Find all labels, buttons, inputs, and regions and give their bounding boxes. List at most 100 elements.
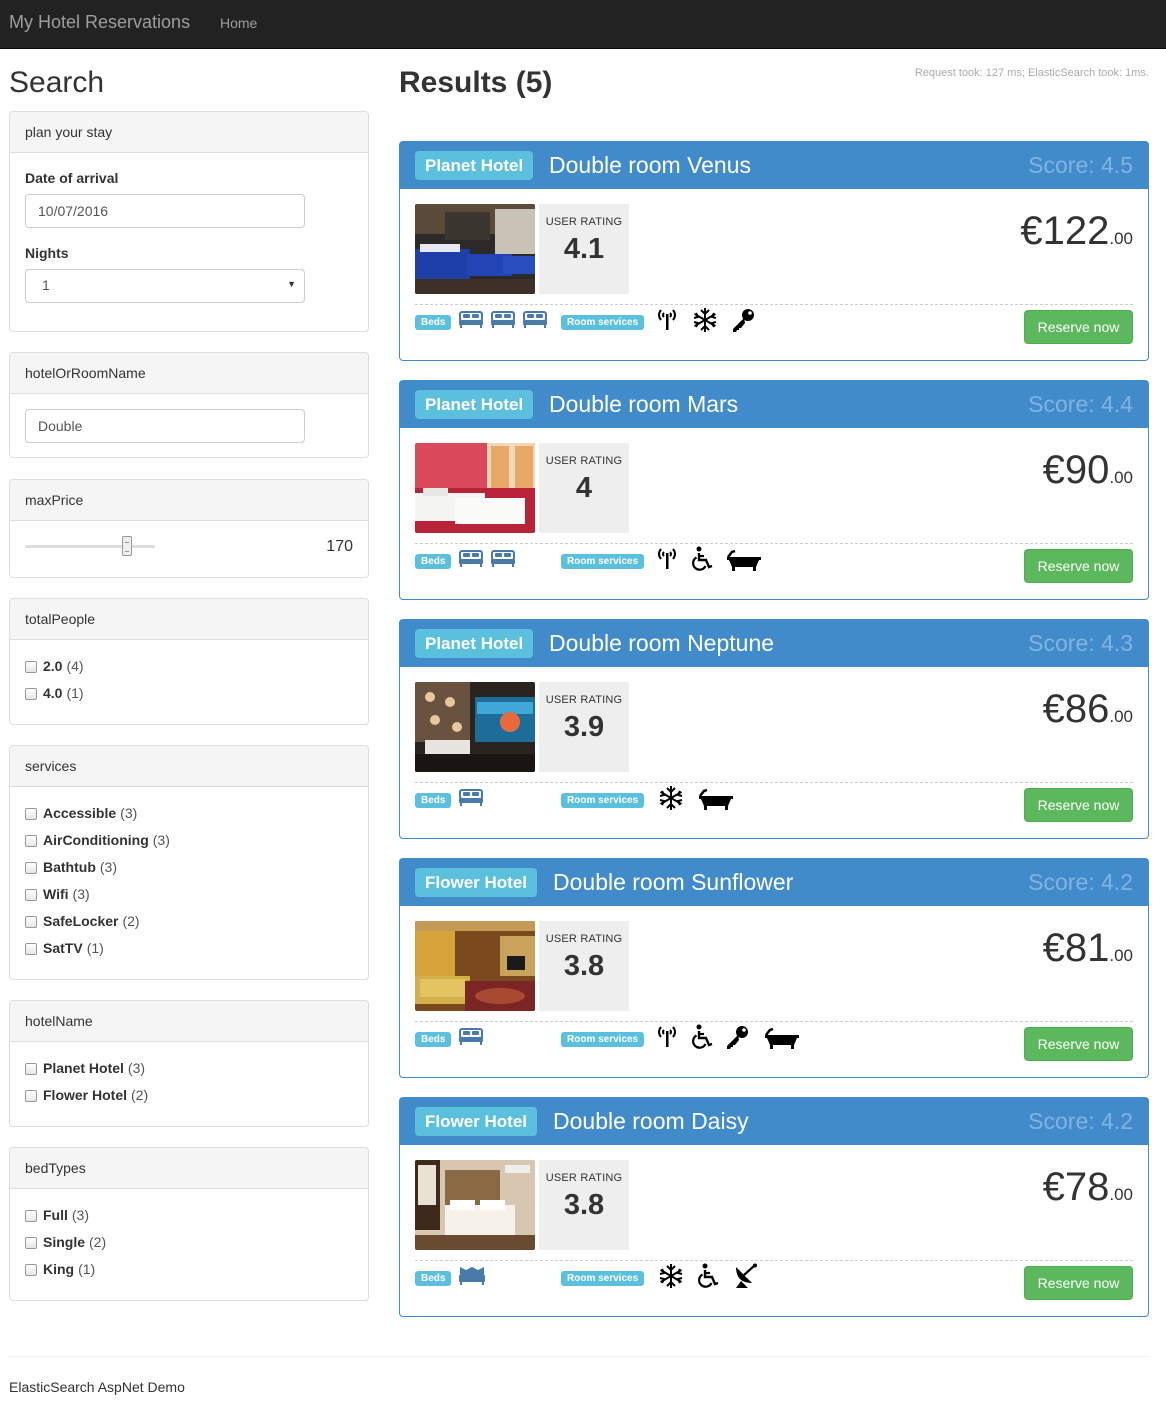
checkbox[interactable]: [25, 808, 37, 820]
checkbox[interactable]: [25, 1210, 37, 1222]
navbar: My Hotel Reservations Home: [0, 0, 1166, 49]
option-count: (2): [89, 1234, 107, 1250]
checkbox[interactable]: [25, 835, 37, 847]
room-title[interactable]: Double room Venus: [549, 152, 751, 179]
wifi-icon: [656, 307, 678, 334]
checkbox[interactable]: [25, 661, 37, 673]
card-divider: [415, 1021, 1133, 1022]
total-people-options: 2.0 (4) 4.0 (1): [10, 640, 368, 727]
room-photo[interactable]: [415, 921, 535, 1011]
max-price-slider[interactable]: [25, 536, 155, 556]
user-rating-box: USER RATING 4: [539, 443, 629, 533]
checkbox[interactable]: [25, 916, 37, 928]
reserve-now-button[interactable]: Reserve now: [1024, 1027, 1133, 1061]
bed-type-option[interactable]: Full (3): [25, 1207, 353, 1234]
room-title[interactable]: Double room Daisy: [553, 1108, 749, 1135]
room-photo[interactable]: [415, 1160, 535, 1250]
nights-select[interactable]: 1 ▼: [25, 269, 305, 303]
checkbox[interactable]: [25, 943, 37, 955]
hotel-name-option[interactable]: Flower Hotel (2): [25, 1087, 353, 1114]
user-rating-box: USER RATING 4.1: [539, 204, 629, 294]
service-option[interactable]: Wifi (3): [25, 886, 353, 913]
room-title[interactable]: Double room Mars: [549, 391, 738, 418]
checkbox[interactable]: [25, 688, 37, 700]
score: Score: 4.4: [1028, 391, 1133, 417]
option-count: (3): [127, 1060, 146, 1076]
reserve-now-button[interactable]: Reserve now: [1024, 310, 1133, 344]
hotel-label: Flower Hotel: [415, 868, 538, 897]
beds-tag: Beds: [415, 793, 452, 808]
card-header: Flower Hotel Double room Sunflower Score: …: [400, 859, 1148, 906]
plan-stay-panel: plan your stay Date of arrival Nights 1 …: [9, 111, 369, 332]
service-option[interactable]: SatTV (1): [25, 940, 353, 967]
panel-heading: hotelOrRoomName: [10, 353, 368, 394]
rating-label: USER RATING: [545, 1172, 623, 1184]
option-count: (3): [71, 1207, 90, 1223]
checkbox[interactable]: [25, 862, 37, 874]
arrival-date-input[interactable]: [25, 194, 305, 228]
bathtub-icon: [764, 1026, 800, 1053]
brand-link[interactable]: My Hotel Reservations: [9, 12, 190, 33]
room-photo[interactable]: [415, 682, 535, 772]
service-option[interactable]: AirConditioning (3): [25, 832, 353, 859]
service-option[interactable]: SafeLocker (2): [25, 913, 353, 940]
room-name-input[interactable]: [25, 409, 305, 443]
reserve-now-button[interactable]: Reserve now: [1024, 1266, 1133, 1300]
price: €81.00: [1043, 926, 1133, 971]
room-photo[interactable]: [415, 204, 535, 294]
timing-info: Request took: 127 ms; ElasticSearch took…: [914, 67, 1149, 79]
panel-heading: bedTypes: [10, 1148, 368, 1189]
price: €122.00: [1020, 209, 1133, 254]
card-header: Planet Hotel Double room Venus Score: 4.5: [400, 142, 1148, 189]
room-photo[interactable]: [415, 443, 535, 533]
wifi-icon: [656, 546, 678, 573]
bed-icon: [458, 548, 484, 571]
card-header: Flower Hotel Double room Daisy Score: 4.2: [400, 1098, 1148, 1145]
score: Score: 4.3: [1028, 630, 1133, 656]
bed-type-option[interactable]: King (1): [25, 1261, 353, 1288]
card-header: Planet Hotel Double room Neptune Score: 4.…: [400, 620, 1148, 667]
option-count: (2): [122, 913, 140, 929]
bed-icon: [490, 309, 516, 332]
bed-types-panel: bedTypes Full (3) Single (2) King (1): [9, 1147, 369, 1301]
room-title[interactable]: Double room Neptune: [549, 630, 774, 657]
service-option[interactable]: Bathtub (3): [25, 859, 353, 886]
accessible-icon: [690, 546, 714, 575]
bed-type-option[interactable]: Single (2): [25, 1234, 353, 1261]
bed-icon: [458, 1026, 484, 1049]
price-amount: €86: [1042, 687, 1110, 731]
checkbox[interactable]: [25, 1063, 37, 1075]
option-label: Wifi: [43, 886, 69, 902]
hotel-name-option[interactable]: Planet Hotel (3): [25, 1060, 353, 1087]
service-option[interactable]: Accessible (3): [25, 805, 353, 832]
reserve-now-button[interactable]: Reserve now: [1024, 549, 1133, 583]
rating-label: USER RATING: [545, 455, 623, 467]
option-count: (3): [99, 859, 118, 875]
hotel-label: Flower Hotel: [415, 1107, 538, 1136]
nights-label: Nights: [25, 245, 69, 261]
panel-heading: hotelName: [10, 1001, 368, 1042]
option-count: (3): [72, 886, 90, 902]
rating-value: 3.8: [563, 1189, 605, 1221]
accessible-icon: [696, 1263, 720, 1292]
option-label: Accessible: [43, 805, 117, 821]
total-people-option[interactable]: 4.0 (1): [25, 685, 353, 712]
nav-home-link[interactable]: Home: [220, 15, 257, 31]
option-label: King: [43, 1261, 75, 1277]
reserve-now-button[interactable]: Reserve now: [1024, 788, 1133, 822]
bathtub-icon: [726, 548, 762, 575]
satellite-tv-icon: [732, 1263, 760, 1292]
checkbox[interactable]: [25, 889, 37, 901]
checkbox[interactable]: [25, 1264, 37, 1276]
total-people-option[interactable]: 2.0 (4): [25, 658, 353, 685]
price: €90.00: [1043, 448, 1133, 493]
chevron-down-icon: ▼: [287, 279, 296, 289]
card-divider: [415, 304, 1133, 305]
checkbox[interactable]: [25, 1090, 37, 1102]
total-people-panel: totalPeople 2.0 (4) 4.0 (1): [9, 598, 369, 725]
user-rating-box: USER RATING 3.8: [539, 1160, 629, 1250]
slider-handle[interactable]: [122, 536, 133, 556]
checkbox[interactable]: [25, 1237, 37, 1249]
room-title[interactable]: Double room Sunflower: [553, 869, 793, 896]
option-label: 2.0: [43, 658, 63, 674]
